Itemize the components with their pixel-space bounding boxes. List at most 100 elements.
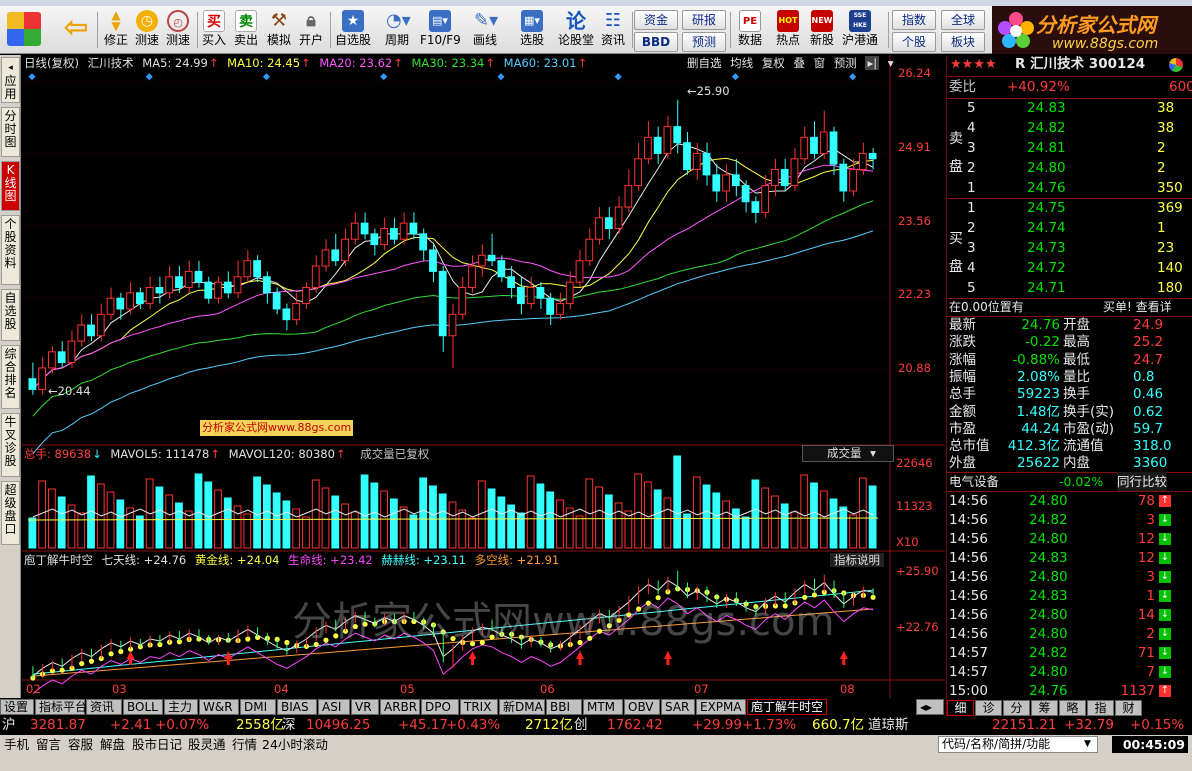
indicator-tab-18[interactable]: EXPMA <box>696 699 746 715</box>
sell-level-2[interactable]: 2 24.80 2 <box>947 159 1192 178</box>
right-tab-4[interactable]: 略 <box>1059 700 1086 716</box>
pick-stock-button[interactable]: ▦▾ 选股 <box>512 8 552 52</box>
sector-row[interactable]: 电气设备 -0.02% 同行比较 <box>947 472 1192 491</box>
tab-apps[interactable]: ◂ 应用 <box>1 57 20 103</box>
menu-adjust[interactable]: 复权 <box>762 56 785 70</box>
index-button[interactable]: 指数 <box>892 10 936 30</box>
buy-level-5[interactable]: 5 24.71 180 <box>947 279 1192 298</box>
tab-scroll-arrows-icon[interactable]: ◂▸ <box>916 699 944 715</box>
indicator-tab-17[interactable]: SAR <box>661 699 695 715</box>
status-item-5[interactable]: 股灵通 <box>188 735 226 754</box>
right-tab-0[interactable]: 细 <box>947 700 974 716</box>
right-tab-5[interactable]: 指 <box>1087 700 1114 716</box>
back-button[interactable]: ⇦ <box>60 8 92 52</box>
menu-expand-icon[interactable]: ▸| <box>865 56 880 70</box>
buy-level-4[interactable]: 4 24.72 140 <box>947 259 1192 278</box>
buy-level-2[interactable]: 2 24.74 1 <box>947 219 1192 238</box>
forum-button[interactable]: 论 论股堂 <box>556 8 596 52</box>
tab-profile[interactable]: 个股资料 <box>1 215 20 285</box>
indicator-tab-12[interactable]: TRIX <box>460 699 498 715</box>
notice-row[interactable]: 在0.00位置有 买单! 查看详 <box>947 298 1192 317</box>
bbd-button[interactable]: BBD <box>634 32 678 52</box>
right-tab-2[interactable]: 分 <box>1003 700 1030 716</box>
home-button[interactable] <box>4 8 44 52</box>
indicator-tab-7[interactable]: BIAS <box>277 699 317 715</box>
menu-remove-watch[interactable]: 删自选 <box>687 56 722 70</box>
volume-bar <box>604 494 613 549</box>
indicator-tab-3[interactable]: BOLL <box>123 699 163 715</box>
stocks-button[interactable]: 个股 <box>892 32 936 52</box>
new-stock-button[interactable]: NEW 新股 <box>805 8 839 52</box>
status-item-7[interactable]: 24小时滚动 <box>262 735 328 754</box>
buy-level-1[interactable]: 1 24.75 369 <box>947 199 1192 218</box>
research-button[interactable]: 研报 <box>682 10 726 30</box>
tab-diagnose[interactable]: 牛叉诊股 <box>1 413 20 477</box>
watchlist-button[interactable]: ★ 自选股 <box>333 8 373 52</box>
sell-level-4[interactable]: 4 24.82 38 <box>947 119 1192 138</box>
status-item-3[interactable]: 解盘 <box>100 735 125 754</box>
indicator-tab-2[interactable]: 资讯 <box>86 699 122 715</box>
volume-selector[interactable]: 成交量 ▾ <box>802 445 894 462</box>
tab-order-book[interactable]: 超级盘口 <box>1 481 20 545</box>
indicator-help-button[interactable]: 指标说明 <box>830 553 884 567</box>
open-account-button[interactable]: 🔒︎ 开户 <box>296 8 326 52</box>
indicator-tab-15[interactable]: MTM <box>583 699 623 715</box>
toolbar-btn-speed[interactable]: ◴ 测速 <box>162 8 194 52</box>
indicator-tab-11[interactable]: DPO <box>421 699 459 715</box>
simulate-button[interactable]: ⚒ 模拟 <box>264 8 294 52</box>
sell-level-5[interactable]: 5 24.83 38 <box>947 99 1192 118</box>
search-input[interactable]: 代码/名称/简拼/功能 <box>938 736 1098 753</box>
hot-button[interactable]: HOT 热点 <box>770 8 806 52</box>
indicator-tab-0[interactable]: 设置 <box>0 699 34 715</box>
sell-level-1[interactable]: 1 24.76 350 <box>947 179 1192 198</box>
pie-icon[interactable] <box>1169 58 1183 72</box>
toolbar-btn-0[interactable]: ▲ ▼ 修正 <box>100 8 132 52</box>
indicator-tab-10[interactable]: ARBR <box>380 699 420 715</box>
search-dropdown-icon[interactable]: ▼ <box>1084 735 1091 754</box>
toolbar-btn-1[interactable]: ◷ 测速 <box>131 8 163 52</box>
right-tab-6[interactable]: 财 <box>1115 700 1142 716</box>
forecast-button[interactable]: 预测 <box>682 32 726 52</box>
menu-forecast[interactable]: 预测 <box>834 56 857 70</box>
indicator-tab-16[interactable]: OBV <box>624 699 660 715</box>
news-button[interactable]: ☷ 资讯 <box>597 8 629 52</box>
indicator-tab-8[interactable]: ASI <box>318 699 350 715</box>
sell-level-3[interactable]: 3 24.81 2 <box>947 139 1192 158</box>
f10-button[interactable]: ▤▾ F10/F9 <box>420 8 461 52</box>
candle-body <box>116 297 125 310</box>
indicator-tab-1[interactable]: 指标平台 <box>35 699 87 715</box>
status-item-6[interactable]: 行情 <box>232 735 257 754</box>
right-tab-3[interactable]: 筹 <box>1031 700 1058 716</box>
global-button[interactable]: 全球 <box>941 10 985 30</box>
menu-ma[interactable]: 均线 <box>730 56 753 70</box>
buy-button[interactable]: 买 买入 <box>199 8 229 52</box>
indicator-tab-19[interactable]: 庖丁解牛时空 <box>747 699 827 715</box>
draw-line-button[interactable]: ✎▾ 画线 <box>465 8 505 52</box>
pe-data-button[interactable]: PE 数据 <box>734 8 766 52</box>
indicator-tab-9[interactable]: VR <box>351 699 379 715</box>
menu-overlay[interactable]: 叠 <box>793 56 805 70</box>
menu-dropdown-icon[interactable]: ▾ <box>888 56 894 70</box>
indicator-tab-5[interactable]: W&R <box>199 699 239 715</box>
candle-body <box>595 217 603 240</box>
status-item-4[interactable]: 股市日记 <box>132 735 182 754</box>
status-item-2[interactable]: 容服 <box>68 735 93 754</box>
status-item-1[interactable]: 留言 <box>36 735 61 754</box>
status-item-0[interactable]: 手机 <box>4 735 29 754</box>
tab-kline[interactable]: K线图 <box>1 161 20 211</box>
tab-ranking[interactable]: 综合排名 <box>1 345 20 409</box>
indicator-tab-6[interactable]: DMI <box>240 699 276 715</box>
tab-intraday[interactable]: 分时图 <box>1 107 20 157</box>
sse-hke-button[interactable]: SSE HKE 沪港通 <box>840 8 880 52</box>
buy-level-3[interactable]: 3 24.73 23 <box>947 239 1192 258</box>
period-button[interactable]: ◔▾ 周期 <box>377 8 417 52</box>
fund-flow-button[interactable]: 资金 <box>634 10 678 30</box>
indicator-tab-13[interactable]: 新DMA <box>499 699 545 715</box>
indicator-tab-4[interactable]: 主力 <box>164 699 198 715</box>
indicator-tab-14[interactable]: BBI <box>546 699 582 715</box>
sell-button[interactable]: 卖 卖出 <box>231 8 261 52</box>
right-tab-1[interactable]: 诊 <box>975 700 1002 716</box>
sector-button[interactable]: 板块 <box>941 32 985 52</box>
menu-window[interactable]: 窗 <box>814 56 826 70</box>
tab-watchlist[interactable]: 自选股 <box>1 289 20 341</box>
